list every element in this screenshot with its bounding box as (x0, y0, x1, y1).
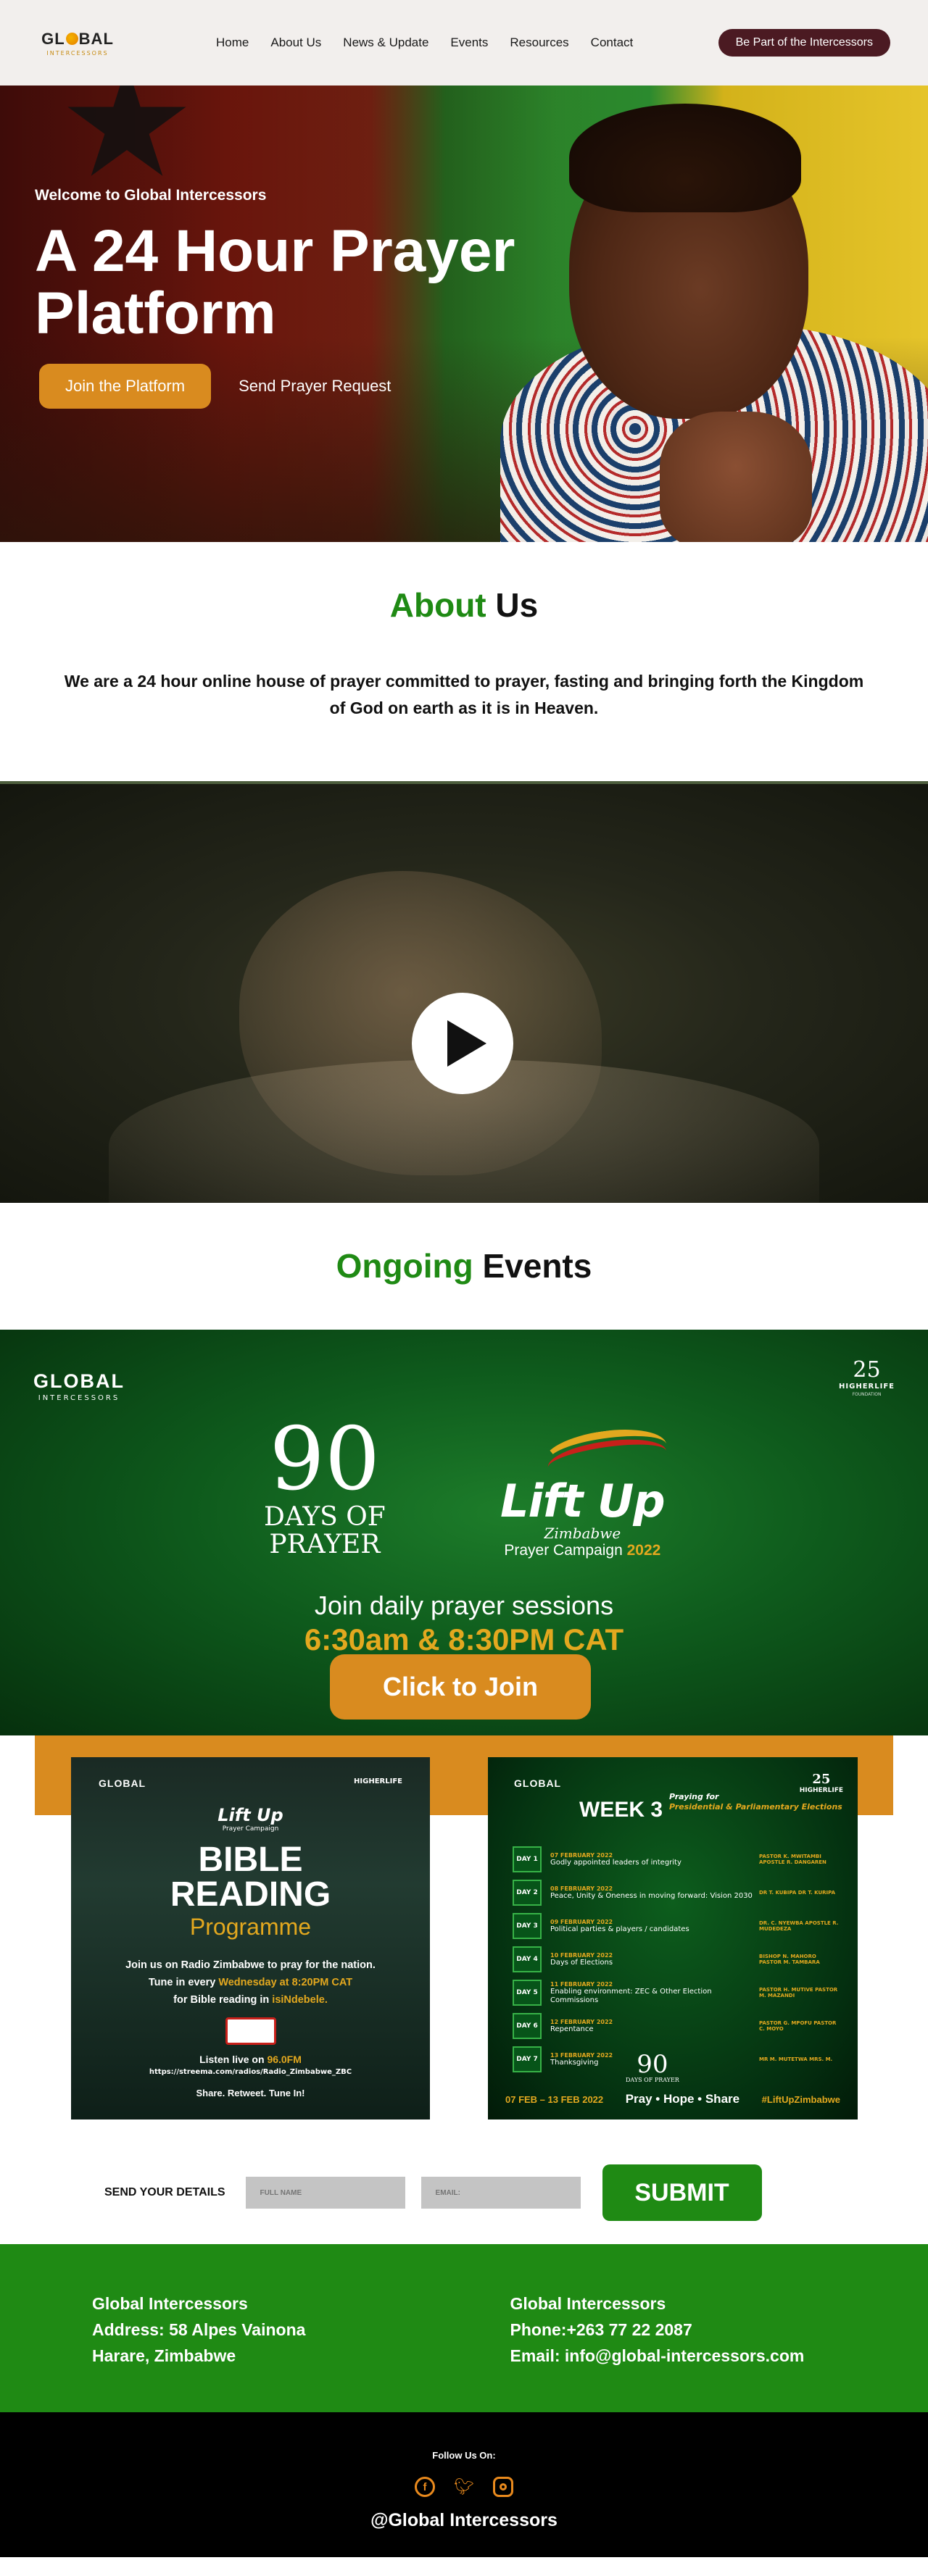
details-form: SEND YOUR DETAILS SUBMIT (0, 2141, 928, 2244)
click-to-join-button[interactable]: Click to Join (330, 1654, 591, 1720)
site-footer: Follow Us On: f 🐦︎ @Global Intercessors (0, 2412, 928, 2557)
full-name-input[interactable] (245, 2177, 405, 2209)
nav-item-contact[interactable]: Contact (591, 36, 634, 50)
flag-star-decoration (67, 86, 186, 176)
schedule-row: DAY 5 11 FEBRUARY 2022 Enabling environmen… (513, 1976, 839, 2009)
hero-content: Welcome to Global Intercessors A 24 Hour… (35, 187, 586, 409)
about-section: About Us We are a 24 hour online house o… (0, 542, 928, 781)
about-title: About Us (389, 586, 539, 624)
nav-item-events[interactable]: Events (450, 36, 488, 50)
site-logo[interactable]: GL BAL INTERCESSORS (38, 30, 117, 57)
main-menu: Home About Us News & Update Events Resou… (216, 36, 633, 50)
social-handle: @Global Intercessors (370, 2510, 558, 2530)
schedule-row: DAY 4 10 FEBRUARY 2022 Days of Elections BI… (513, 1943, 839, 1976)
nav-item-resources[interactable]: Resources (510, 36, 568, 50)
facebook-icon[interactable]: f (415, 2477, 435, 2497)
radio-zimbabwe-logo (225, 2017, 276, 2045)
hero-buttons: Join the Platform Send Prayer Request (39, 364, 586, 409)
email-input[interactable] (420, 2177, 581, 2209)
schedule-row: DAY 2 08 FEBRUARY 2022 Peace, Unity & Onen… (513, 1876, 839, 1909)
nav-item-news[interactable]: News & Update (343, 36, 428, 50)
address-block: Global Intercessors Address: 58 Alpes Va… (92, 2294, 306, 2365)
phone-link[interactable]: Phone:+263 77 22 2087 (510, 2317, 928, 2343)
week-3-schedule-poster[interactable]: GLOBAL WEEK 3 Praying for Presidential & … (488, 1757, 858, 2119)
prayer-campaign-banner: GLOBAL INTERCESSORS 25 HIGHERLIFE FOUNDA… (0, 1330, 928, 1735)
session-info: Join daily prayer sessions 6:30am & 8:30… (304, 1591, 624, 1656)
form-label: SEND YOUR DETAILS (104, 2186, 225, 2198)
ninety-days-label: 90 DAYS OF PRAYER (264, 1409, 386, 1559)
logo-wordmark: GL BAL (41, 29, 114, 48)
join-platform-button[interactable]: Join the Platform (39, 364, 212, 409)
higherlife-logo: 25 HIGHERLIFE FOUNDATION (839, 1357, 895, 1397)
instagram-icon[interactable] (493, 2477, 513, 2497)
event-posters: GLOBAL HIGHERLIFE Lift Up Prayer Campaig… (0, 1735, 928, 2141)
contact-details-block: Global Intercessors Phone:+263 77 22 208… (510, 2291, 928, 2412)
play-icon (447, 1020, 486, 1067)
social-links: f 🐦︎ (0, 2477, 928, 2497)
schedule-row: DAY 6 12 FEBRUARY 2022 Repentance PASTOR G.… (513, 2009, 839, 2043)
banner-logo: GLOBAL INTERCESSORS (33, 1370, 125, 1402)
submit-button[interactable]: SUBMIT (602, 2164, 762, 2221)
hero-section: Welcome to Global Intercessors A 24 Hour… (0, 86, 928, 542)
join-intercessors-button[interactable]: Be Part of the Intercessors (718, 29, 890, 57)
nav-item-about[interactable]: About Us (270, 36, 321, 50)
video-section (0, 784, 928, 1203)
contact-section: Global Intercessors Address: 58 Alpes Va… (0, 2244, 928, 2412)
logo-subtitle: INTERCESSORS (46, 49, 109, 57)
nav-item-home[interactable]: Home (216, 36, 249, 50)
schedule-row: DAY 3 09 FEBRUARY 2022 Political parties &… (513, 1909, 839, 1943)
follow-label: Follow Us On: (432, 2450, 496, 2461)
hero-title: A 24 Hour Prayer Platform (35, 218, 515, 346)
send-prayer-request-button[interactable]: Send Prayer Request (239, 377, 391, 396)
play-button[interactable] (412, 993, 513, 1094)
bible-reading-poster[interactable]: GLOBAL HIGHERLIFE Lift Up Prayer Campaig… (71, 1757, 430, 2119)
top-nav: GL BAL INTERCESSORS Home About Us News & … (0, 0, 928, 86)
globe-icon (65, 33, 78, 45)
liftup-logo: Lift Up Zimbabwe Prayer Campaign 2022 (500, 1422, 670, 1559)
schedule-row: DAY 1 07 FEBRUARY 2022 Godly appointed lea… (513, 1843, 839, 1876)
schedule-list: DAY 1 07 FEBRUARY 2022 Godly appointed lea… (513, 1843, 839, 2076)
email-link[interactable]: Email: info@global-intercessors.com (510, 2343, 928, 2369)
events-title: Ongoing Events (336, 1247, 592, 1285)
hero-welcome: Welcome to Global Intercessors (35, 187, 267, 204)
about-text: We are a 24 hour online house of prayer … (64, 672, 864, 717)
twitter-icon[interactable]: 🐦︎ (454, 2477, 474, 2497)
events-heading-section: Ongoing Events (0, 1203, 928, 1330)
